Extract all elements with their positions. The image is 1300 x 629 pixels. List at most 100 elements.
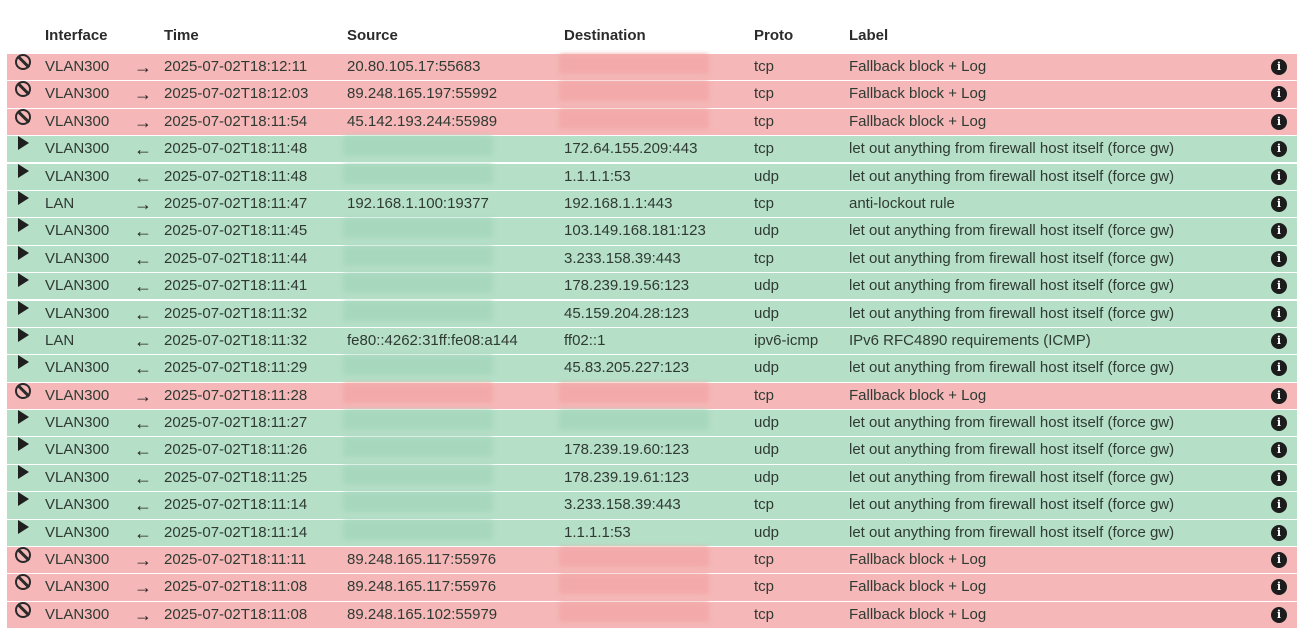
label-cell: let out anything from firewall host itse…: [849, 277, 1175, 295]
time-cell: 2025-07-02T18:11:26: [164, 441, 308, 459]
proto-cell: udp: [754, 414, 780, 432]
label-cell: let out anything from firewall host itse…: [849, 167, 1175, 185]
interface-cell: VLAN300: [45, 277, 110, 295]
table-row[interactable]: VLAN300 → 2025-07-02T18:12:11 20.80.105.17:…: [7, 54, 1297, 81]
time-cell: 2025-07-02T18:11:32: [164, 331, 308, 349]
header-source[interactable]: Source: [347, 27, 398, 44]
interface-cell: VLAN300: [45, 58, 110, 75]
table-row[interactable]: VLAN300 ← 2025-07-02T18:11:32 45.159.204.28…: [7, 300, 1297, 327]
label-cell: let out anything from firewall host itse…: [849, 222, 1175, 240]
interface-cell: VLAN300: [45, 359, 110, 377]
destination-redacted: [559, 547, 709, 568]
proto-cell: ipv6-icmp: [754, 331, 819, 349]
label-cell: Fallback block + Log: [849, 58, 987, 75]
destination-cell: 45.83.205.227:123: [564, 359, 690, 377]
source-cell: 89.248.165.102:55979: [347, 605, 498, 623]
destination-redacted: [559, 54, 709, 74]
proto-cell: udp: [754, 222, 780, 240]
table-row[interactable]: VLAN300 ← 2025-07-02T18:11:14 1.1.1.1:53 udp…: [7, 519, 1297, 546]
inbound-arrow-icon: →: [134, 84, 152, 105]
source-redacted: [343, 464, 493, 485]
interface-cell: VLAN300: [45, 222, 110, 240]
header-time[interactable]: Time: [164, 27, 199, 44]
interface-cell: VLAN300: [45, 496, 110, 514]
proto-cell: tcp: [754, 605, 775, 623]
table-row[interactable]: LAN ← 2025-07-02T18:11:32 fe80::4262:31ff:f…: [7, 327, 1297, 355]
table-row[interactable]: VLAN300 ← 2025-07-02T18:11:25 178.239.19.61…: [7, 464, 1297, 492]
source-redacted: [343, 492, 493, 513]
table-row[interactable]: VLAN300 → 2025-07-02T18:11:08 89.248.165.10…: [7, 601, 1297, 629]
table-row[interactable]: VLAN300 ← 2025-07-02T18:11:48 172.64.155.20…: [7, 136, 1297, 163]
table-row[interactable]: VLAN300 → 2025-07-02T18:12:03 89.248.165.19…: [7, 81, 1297, 108]
firewall-log-table: Interface Time Source Destination Proto …: [7, 20, 1297, 629]
interface-cell: VLAN300: [45, 414, 110, 432]
outbound-arrow-icon: ←: [134, 276, 152, 297]
proto-cell: tcp: [754, 140, 775, 158]
destination-cell: 3.233.158.39:443: [564, 249, 681, 267]
table-row[interactable]: LAN → 2025-07-02T18:11:47 192.168.1.100:193…: [7, 190, 1297, 218]
source-cell: 89.248.165.117:55976: [347, 551, 497, 569]
label-cell: let out anything from firewall host itse…: [849, 359, 1175, 377]
source-redacted: [343, 519, 493, 540]
interface-cell: VLAN300: [45, 441, 110, 459]
table-row[interactable]: VLAN300 ← 2025-07-02T18:11:44 3.233.158.39:…: [7, 245, 1297, 273]
outbound-arrow-icon: ←: [134, 440, 152, 461]
destination-cell: 3.233.158.39:443: [564, 496, 681, 514]
time-cell: 2025-07-02T18:11:45: [164, 222, 308, 240]
interface-cell: VLAN300: [45, 523, 110, 541]
source-redacted: [343, 163, 493, 184]
interface-cell: VLAN300: [45, 551, 110, 569]
destination-cell: 45.159.204.28:123: [564, 304, 690, 322]
table-row[interactable]: VLAN300 ← 2025-07-02T18:11:14 3.233.158.39:…: [7, 492, 1297, 519]
table-row[interactable]: VLAN300 ← 2025-07-02T18:11:48 1.1.1.1:53 udp…: [7, 163, 1297, 190]
source-cell: fe80::4262:31ff:fe08:a144: [347, 331, 518, 349]
proto-cell: udp: [754, 277, 780, 295]
time-cell: 2025-07-02T18:11:32: [164, 304, 308, 322]
proto-cell: tcp: [754, 578, 775, 596]
label-cell: let out anything from firewall host itse…: [849, 468, 1175, 486]
header-proto[interactable]: Proto: [754, 27, 793, 44]
time-cell: 2025-07-02T18:11:27: [164, 414, 308, 432]
inbound-arrow-icon: →: [134, 385, 152, 406]
table-row[interactable]: VLAN300 → 2025-07-02T18:11:11 89.248.165.11…: [7, 547, 1297, 574]
table-row[interactable]: VLAN300 → 2025-07-02T18:11:28 tcp Fallback b…: [7, 382, 1297, 409]
label-cell: let out anything from firewall host itse…: [849, 496, 1175, 514]
proto-cell: udp: [754, 304, 780, 322]
source-redacted: [343, 355, 493, 376]
table-row[interactable]: VLAN300 → 2025-07-02T18:11:54 45.142.193.24…: [7, 108, 1297, 136]
destination-cell: 1.1.1.1:53: [564, 523, 631, 541]
source-redacted: [343, 218, 493, 239]
table-row[interactable]: VLAN300 ← 2025-07-02T18:11:26 178.239.19.60…: [7, 437, 1297, 464]
table-row[interactable]: VLAN300 ← 2025-07-02T18:11:41 178.239.19.56…: [7, 273, 1297, 300]
outbound-arrow-icon: ←: [134, 522, 152, 543]
time-cell: 2025-07-02T18:11:44: [164, 249, 308, 267]
interface-cell: VLAN300: [45, 386, 110, 404]
destination-cell: ff02::1: [564, 331, 606, 349]
inbound-arrow-icon: →: [134, 111, 152, 132]
source-redacted: [343, 382, 493, 403]
time-cell: 2025-07-02T18:11:48: [164, 140, 308, 158]
destination-redacted: [559, 81, 709, 102]
proto-cell: tcp: [754, 194, 775, 212]
destination-redacted: [559, 108, 709, 129]
destination-cell: 178.239.19.60:123: [564, 441, 690, 459]
time-cell: 2025-07-02T18:11:29: [164, 359, 308, 377]
label-cell: anti-lockout rule: [849, 194, 955, 212]
header-interface[interactable]: Interface: [45, 27, 108, 44]
table-row[interactable]: VLAN300 ← 2025-07-02T18:11:29 45.83.205.227…: [7, 355, 1297, 382]
source-redacted: [343, 273, 493, 294]
table-row[interactable]: VLAN300 ← 2025-07-02T18:11:27 udp let out an…: [7, 410, 1297, 437]
table-row[interactable]: VLAN300 → 2025-07-02T18:11:08 89.248.165.11…: [7, 574, 1297, 601]
proto-cell: tcp: [754, 496, 775, 514]
time-cell: 2025-07-02T18:11:08: [164, 605, 308, 623]
source-redacted: [343, 410, 493, 431]
time-cell: 2025-07-02T18:12:03: [164, 85, 309, 103]
time-cell: 2025-07-02T18:11:54: [164, 112, 308, 130]
destination-cell: 1.1.1.1:53: [564, 167, 631, 185]
header-label[interactable]: Label: [849, 27, 888, 44]
header-destination[interactable]: Destination: [564, 27, 646, 44]
table-row[interactable]: VLAN300 ← 2025-07-02T18:11:45 103.149.168.1…: [7, 218, 1297, 245]
outbound-arrow-icon: ←: [134, 166, 152, 187]
destination-cell: 178.239.19.61:123: [564, 468, 690, 486]
proto-cell: udp: [754, 359, 780, 377]
